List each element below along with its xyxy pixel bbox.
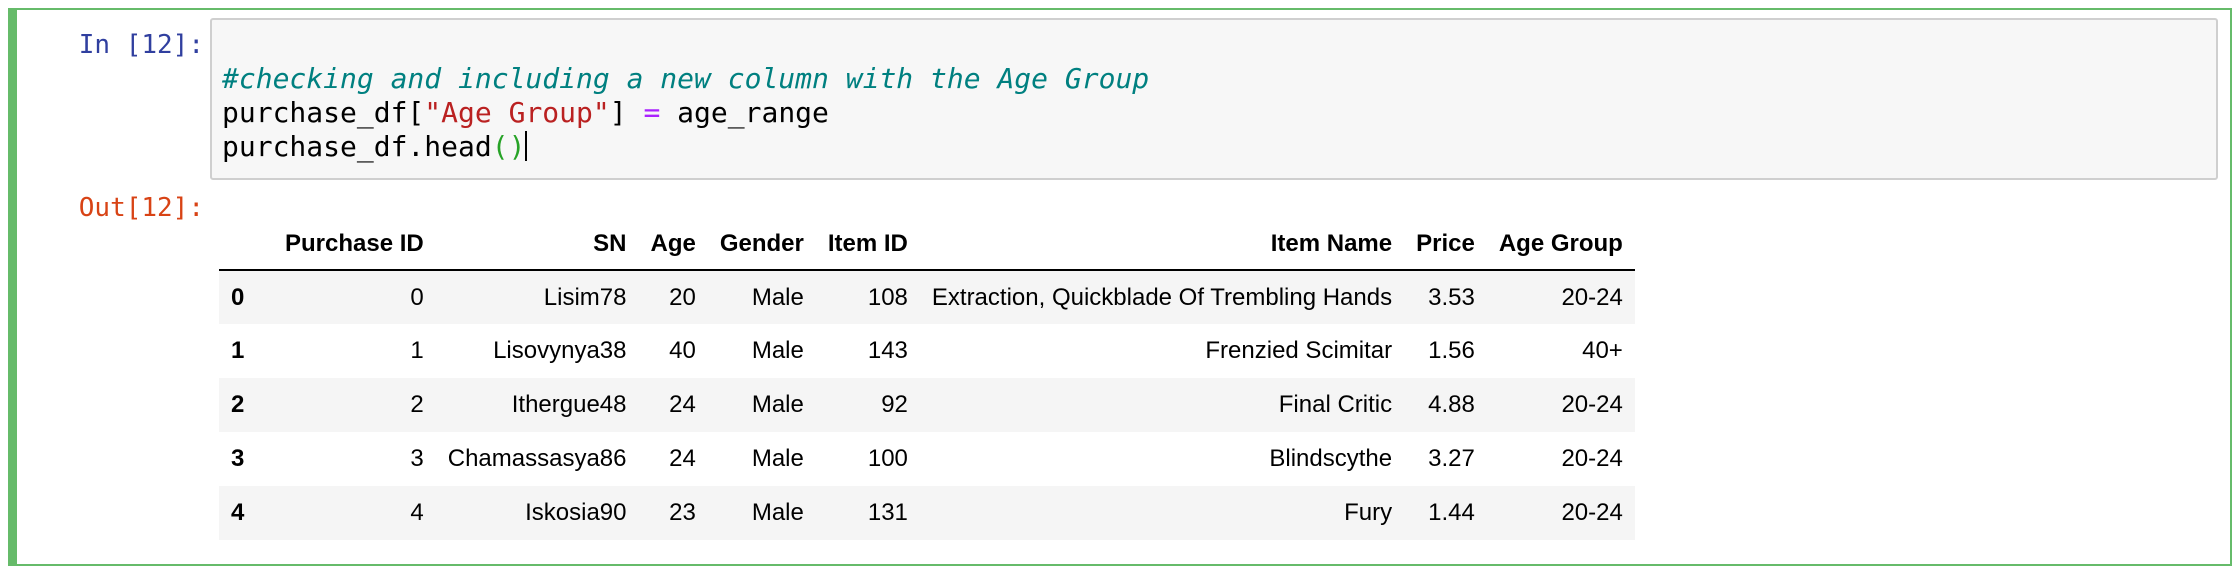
table-row: 2 2 Ithergue48 24 Male 92 Final Critic 4… [219, 378, 1635, 432]
cell-item-name: Fury [1344, 499, 1393, 526]
cell-purchase-id: 0 [410, 283, 424, 311]
cell-purchase-id: 3 [410, 445, 424, 472]
cell-purchase-id: 1 [410, 337, 424, 364]
column-header-purchase-id: Purchase ID [273, 219, 436, 271]
cell-gender: Male [751, 445, 804, 472]
cell-item-name: Extraction, Quickblade Of Trembling Hand… [931, 283, 1393, 311]
text-cursor [525, 131, 528, 161]
column-header-age: Age [638, 219, 708, 271]
cell-price: 3.53 [1428, 283, 1475, 311]
column-header-gender: Gender [707, 219, 816, 271]
dataframe-table: Purchase ID SN Age Gender Item ID Item N… [219, 219, 1635, 540]
cell-gender: Male [751, 391, 804, 418]
cell-price: 4.88 [1428, 391, 1475, 418]
cell-sn: Ithergue48 [511, 391, 627, 418]
row-index: 4 [231, 499, 245, 526]
cell-price: 3.27 [1428, 445, 1475, 472]
code-operator: = [643, 96, 661, 129]
cell-age: 20 [669, 283, 696, 311]
cell-sn: Lisovynya38 [493, 337, 627, 364]
column-header-price: Price [1404, 219, 1487, 271]
cell-purchase-id: 2 [410, 391, 424, 418]
cell-age-group: 40+ [1582, 337, 1623, 364]
code-bracket: ] [609, 96, 644, 129]
input-prompt: In [12]: [78, 30, 204, 60]
cell-item-id: 108 [867, 283, 908, 311]
code-line-2: purchase_df["Age Group"] = age_range [222, 96, 829, 129]
code-variable: purchase_df[ [222, 96, 425, 129]
code-string: "Age Group" [424, 96, 610, 129]
code-parens: () [491, 130, 526, 163]
cell-gender: Male [751, 283, 804, 311]
table-header-row: Purchase ID SN Age Gender Item ID Item N… [219, 219, 1635, 271]
code-comment: #checking and including a new column wit… [222, 62, 1150, 95]
cell-item-id: 100 [867, 445, 908, 472]
code-assignment-value: age_range [660, 96, 829, 129]
cell-item-name: Blindscythe [1269, 445, 1393, 472]
cell-item-name: Final Critic [1278, 391, 1393, 418]
cell-item-id: 92 [881, 391, 908, 418]
column-header-sn: SN [435, 219, 639, 271]
cell-age: 23 [669, 499, 696, 526]
cell-gender: Male [751, 337, 804, 364]
row-index: 0 [231, 283, 245, 311]
cell-price: 1.44 [1428, 499, 1475, 526]
row-index: 3 [231, 445, 245, 472]
column-header-age-group: Age Group [1486, 219, 1635, 271]
code-input-area[interactable]: #checking and including a new column wit… [210, 18, 2218, 180]
row-index: 1 [231, 337, 245, 364]
column-header-item-id: Item ID [815, 219, 920, 271]
column-header-item-name: Item Name [919, 219, 1405, 271]
column-header-index [219, 219, 273, 271]
cell-item-name: Frenzied Scimitar [1205, 337, 1393, 364]
cell-sn: Chamassasya86 [447, 445, 627, 472]
cell-age: 24 [669, 391, 696, 418]
cell-age: 24 [669, 445, 696, 472]
cell-item-id: 143 [867, 337, 908, 364]
cell-sn: Iskosia90 [525, 499, 627, 526]
code-call: purchase_df.head [222, 130, 492, 163]
table-row: 0 0 Lisim78 20 Male 108 Extraction, Quic… [219, 270, 1635, 324]
cell-age-group: 20-24 [1561, 391, 1623, 418]
cell-age: 40 [669, 337, 696, 364]
code-line-3: purchase_df.head() [222, 130, 528, 163]
table-row: 3 3 Chamassasya86 24 Male 100 Blindscyth… [219, 432, 1635, 486]
cell-price: 1.56 [1428, 337, 1475, 364]
cell-sn: Lisim78 [543, 283, 627, 311]
cell-age-group: 20-24 [1561, 283, 1623, 311]
cell-gender: Male [751, 499, 804, 526]
cell-age-group: 20-24 [1561, 499, 1623, 526]
cell-item-id: 131 [867, 499, 908, 526]
cell-purchase-id: 4 [410, 499, 424, 526]
output-prompt: Out[12]: [78, 193, 204, 223]
table-row: 4 4 Iskosia90 23 Male 131 Fury 1.44 20-2… [219, 486, 1635, 540]
row-index: 2 [231, 391, 245, 418]
table-row: 1 1 Lisovynya38 40 Male 143 Frenzied Sci… [219, 324, 1635, 378]
code-editor[interactable]: #checking and including a new column wit… [222, 62, 1149, 164]
cell-age-group: 20-24 [1561, 445, 1623, 472]
